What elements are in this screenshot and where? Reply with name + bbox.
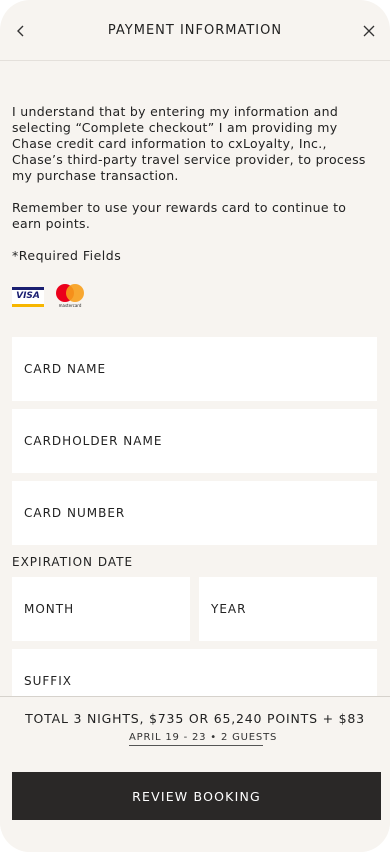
visa-logo-text: VISA [16, 291, 40, 301]
rewards-reminder-text: Remember to use your rewards card to con… [12, 200, 347, 231]
card-number-placeholder: CARD NUMBER [24, 506, 126, 520]
booking-details-link[interactable]: APRIL 19 - 23 • 2 GUESTS [129, 732, 276, 746]
visa-logo: VISA [12, 287, 44, 307]
mastercard-logo: mastercard [54, 284, 86, 310]
required-fields-note: *Required Fields [12, 248, 122, 263]
close-button[interactable] [358, 20, 380, 42]
disclosure-text: I understand that by entering my informa… [12, 104, 366, 183]
mastercard-logo-text: mastercard [58, 303, 82, 308]
card-number-field[interactable]: CARD NUMBER [12, 481, 377, 545]
close-icon [363, 25, 375, 37]
month-placeholder: MONTH [24, 602, 75, 616]
year-field[interactable]: YEAR [199, 577, 377, 641]
accepted-cards: VISA mastercard [12, 284, 86, 310]
card-name-field[interactable]: CARD NAME [12, 337, 377, 401]
suffix-placeholder: SUFFIX [24, 674, 72, 688]
cardholder-name-placeholder: CARDHOLDER NAME [24, 434, 163, 448]
page-title: PAYMENT INFORMATION [107, 23, 283, 38]
year-placeholder: YEAR [211, 602, 247, 616]
month-field[interactable]: MONTH [12, 577, 190, 641]
card-name-placeholder: CARD NAME [24, 362, 107, 376]
booking-summary-footer: TOTAL 3 NIGHTS, $735 OR 65,240 POINTS + … [0, 696, 390, 852]
review-booking-button[interactable]: REVIEW BOOKING [12, 772, 381, 820]
booking-total: TOTAL 3 NIGHTS, $735 OR 65,240 POINTS + … [25, 711, 365, 726]
header: PAYMENT INFORMATION [0, 0, 390, 61]
expiration-date-label: EXPIRATION DATE [12, 555, 134, 569]
phone-screen: PAYMENT INFORMATION I understand that by… [0, 0, 390, 852]
cardholder-name-field[interactable]: CARDHOLDER NAME [12, 409, 377, 473]
